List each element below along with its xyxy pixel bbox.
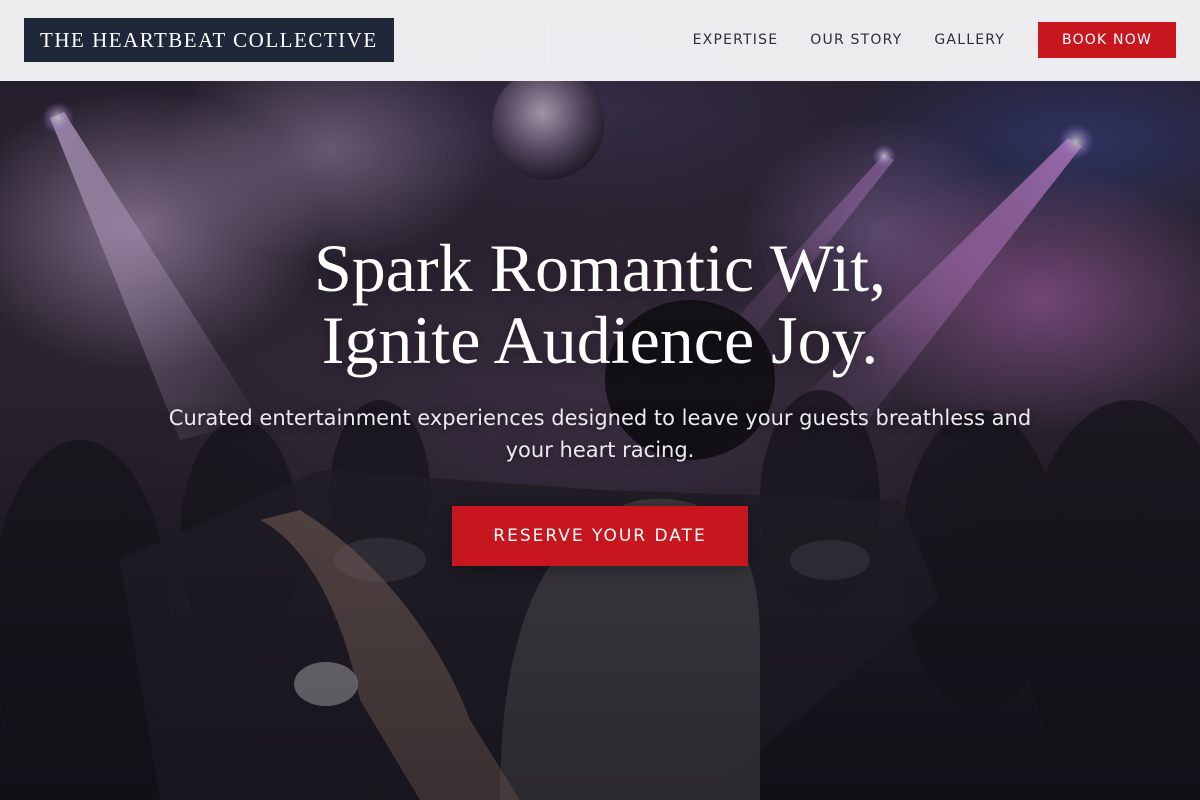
nav-link-gallery[interactable]: GALLERY [934,32,1005,48]
site-logo[interactable]: THE HEARTBEAT COLLECTIVE [24,18,394,62]
nav-link-our-story[interactable]: OUR STORY [810,32,902,48]
main-nav: EXPERTISE OUR STORY GALLERY BOOK NOW [693,22,1176,58]
hero-headline: Spark Romantic Wit, Ignite Audience Joy. [0,232,1200,376]
reserve-date-button[interactable]: RESERVE YOUR DATE [452,506,748,566]
site-header: THE HEARTBEAT COLLECTIVE EXPERTISE OUR S… [0,0,1200,81]
landing-page: THE HEARTBEAT COLLECTIVE EXPERTISE OUR S… [0,0,1200,800]
hero-headline-line-2: Ignite Audience Joy. [321,302,879,378]
nav-link-expertise[interactable]: EXPERTISE [693,32,779,48]
hero-subtitle: Curated entertainment experiences design… [168,406,1032,462]
hero-headline-line-1: Spark Romantic Wit, [313,230,887,306]
hero-section: Spark Romantic Wit, Ignite Audience Joy.… [0,232,1200,566]
book-now-button[interactable]: BOOK NOW [1038,22,1176,58]
